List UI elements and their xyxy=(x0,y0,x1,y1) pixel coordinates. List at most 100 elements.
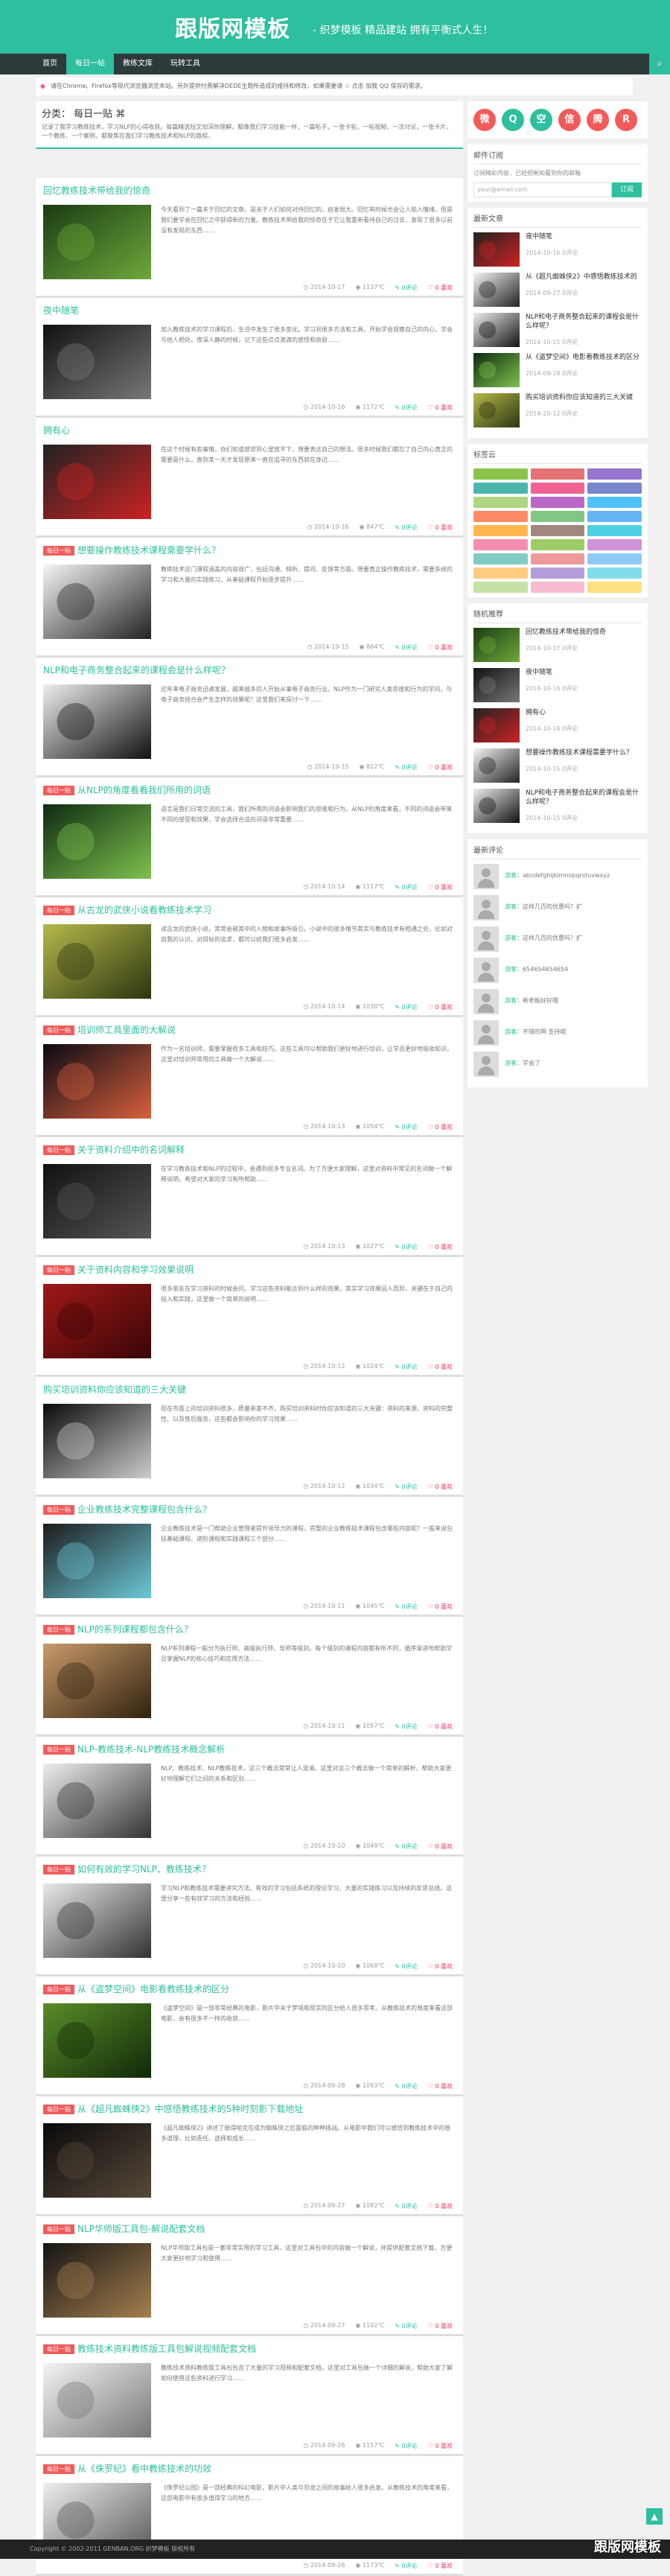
post-title-text[interactable]: 从NLP的角度看看我们所用的词语 xyxy=(77,785,211,795)
post-title[interactable]: 每日一贴 想要操作教练技术课程需要学什么？ xyxy=(43,544,220,556)
sidebar-post-comments[interactable]: 0评论 xyxy=(562,645,578,652)
tag-link[interactable] xyxy=(587,539,642,550)
post-thumbnail[interactable] xyxy=(43,684,151,759)
tag-link[interactable] xyxy=(530,553,585,565)
post-likes[interactable]: 0 喜欢 xyxy=(435,764,453,771)
post-comments[interactable]: 0评论 xyxy=(402,2563,418,2569)
post-thumbnail[interactable] xyxy=(43,924,151,999)
comment-icon[interactable]: ✎ 0评论 xyxy=(395,284,417,292)
sidebar-post-comments[interactable]: 0评论 xyxy=(562,410,578,417)
sidebar-post-thumbnail[interactable] xyxy=(473,748,520,783)
post-title-text[interactable]: 从古龙的武侠小说看教练技术学习 xyxy=(77,905,211,915)
tag-link[interactable] xyxy=(587,511,642,522)
comment-icon[interactable]: ✎ 0评论 xyxy=(395,2442,417,2450)
comment-author[interactable]: 游客 xyxy=(505,1028,517,1035)
comment-icon[interactable]: ✎ 0评论 xyxy=(395,1842,417,1851)
back-to-top-icon[interactable]: ▲ xyxy=(646,2508,663,2525)
comment-icon[interactable]: ✎ 0评论 xyxy=(395,2202,417,2210)
tag-link[interactable] xyxy=(587,483,642,494)
post-title[interactable]: 夜中随笔 xyxy=(43,304,79,317)
sidebar-post-title[interactable]: 回忆教练技术带给我的惊奇 xyxy=(526,628,606,637)
post-comments[interactable]: 0评论 xyxy=(402,2203,418,2210)
comment-icon[interactable]: ✎ 0评论 xyxy=(395,2562,417,2570)
tag-link[interactable] xyxy=(530,567,585,579)
post-thumbnail[interactable] xyxy=(43,1284,151,1358)
comment-item[interactable]: 游客：这样几百的优惠吗？扩 xyxy=(473,926,642,952)
post-likes[interactable]: 0 喜欢 xyxy=(435,1723,453,1730)
comment-icon[interactable]: ✎ 0评论 xyxy=(395,404,417,412)
post-comments[interactable]: 0评论 xyxy=(402,1483,418,1490)
heart-icon[interactable]: ♡ 0 喜欢 xyxy=(428,643,453,652)
post-thumbnail[interactable] xyxy=(43,2363,151,2437)
sidebar-post-thumbnail[interactable] xyxy=(473,668,520,702)
heart-icon[interactable]: ♡ 0 喜欢 xyxy=(428,2322,453,2330)
post-likes[interactable]: 0 喜欢 xyxy=(435,2443,453,2449)
post-title-text[interactable]: 购买培训资料你应该知道的三大关键 xyxy=(43,1384,186,1395)
comment-icon[interactable]: ✎ 0评论 xyxy=(395,1363,417,1371)
sidebar-post-thumbnail[interactable] xyxy=(473,393,520,427)
sidebar-post-item[interactable]: NLP和电子商务整合起来的课程会是什么样呢？ 2014-10-15 0评论 xyxy=(473,789,642,823)
sidebar-post-item[interactable]: 夜中随笔 2014-10-16 0评论 xyxy=(473,668,642,702)
comment-icon[interactable]: ✎ 0评论 xyxy=(395,2082,417,2090)
comment-icon[interactable]: ✎ 0评论 xyxy=(395,1123,417,1131)
email-field[interactable]: your@email.com xyxy=(473,182,612,197)
post-title[interactable]: 每日一贴 从《超凡蜘蛛侠2》中感悟教练技术的5种时刻影下载地址 xyxy=(43,2102,303,2115)
category-badge[interactable]: 每日一贴 xyxy=(43,2464,74,2474)
sidebar-post-comments[interactable]: 0评论 xyxy=(562,685,578,692)
weibo-icon[interactable]: 微 xyxy=(473,109,496,131)
tag-link[interactable] xyxy=(530,582,585,593)
tag-link[interactable] xyxy=(530,539,585,550)
post-likes[interactable]: 0 喜欢 xyxy=(435,1244,453,1250)
tag-link[interactable] xyxy=(530,525,585,536)
post-thumbnail[interactable] xyxy=(43,1644,151,1718)
heart-icon[interactable]: ♡ 0 喜欢 xyxy=(428,1003,453,1011)
category-badge[interactable]: 每日一贴 xyxy=(43,1745,74,1755)
post-likes[interactable]: 0 喜欢 xyxy=(435,2203,453,2210)
comment-author[interactable]: 游客 xyxy=(505,1060,517,1066)
post-comments[interactable]: 0评论 xyxy=(402,2443,418,2449)
post-thumbnail[interactable] xyxy=(43,445,151,519)
comment-author[interactable]: 游客 xyxy=(505,997,517,1004)
post-title[interactable]: 每日一贴 从《侏罗纪》看中教练技术的功效 xyxy=(43,2462,211,2475)
tag-link[interactable] xyxy=(473,525,528,536)
post-comments[interactable]: 0评论 xyxy=(402,2323,418,2329)
category-badge[interactable]: 每日一贴 xyxy=(43,2344,74,2354)
post-title-text[interactable]: 从《超凡蜘蛛侠2》中感悟教练技术的5种时刻影下载地址 xyxy=(77,2104,303,2114)
post-title[interactable]: 每日一贴 关于资料介绍中的名词解释 xyxy=(43,1143,185,1156)
qzone-icon[interactable]: 空 xyxy=(530,109,552,131)
comment-icon[interactable]: ✎ 0评论 xyxy=(395,1243,417,1251)
comment-icon[interactable]: ✎ 0评论 xyxy=(395,524,417,532)
tag-link[interactable] xyxy=(530,483,585,494)
sidebar-post-comments[interactable]: 0评论 xyxy=(562,370,578,377)
tencent-icon[interactable]: 腾 xyxy=(587,109,609,131)
tag-link[interactable] xyxy=(587,582,642,593)
heart-icon[interactable]: ♡ 0 喜欢 xyxy=(428,1243,453,1251)
sidebar-post-comments[interactable]: 0评论 xyxy=(562,339,578,346)
tag-link[interactable] xyxy=(473,511,528,522)
comment-text[interactable]: 不错的啊 支持呢 xyxy=(523,1028,567,1035)
comment-icon[interactable]: ✎ 0评论 xyxy=(395,1603,417,1611)
sidebar-post-title[interactable]: NLP和电子商务整合起来的课程会是什么样呢？ xyxy=(526,789,642,807)
heart-icon[interactable]: ♡ 0 喜欢 xyxy=(428,1363,453,1371)
category-badge[interactable]: 每日一贴 xyxy=(43,1265,74,1275)
category-badge[interactable]: 每日一贴 xyxy=(43,786,74,795)
post-thumbnail[interactable] xyxy=(43,1764,151,1838)
tag-link[interactable] xyxy=(473,468,528,480)
tag-link[interactable] xyxy=(473,567,528,579)
tag-link[interactable] xyxy=(587,468,642,480)
post-comments[interactable]: 0评论 xyxy=(402,1843,418,1850)
post-thumbnail[interactable] xyxy=(43,565,151,639)
sidebar-post-item[interactable]: 回忆教练技术带给我的惊奇 2014-10-17 0评论 xyxy=(473,628,642,662)
category-badge[interactable]: 每日一贴 xyxy=(43,2105,74,2114)
comment-author[interactable]: 游客 xyxy=(505,966,517,973)
post-likes[interactable]: 0 喜欢 xyxy=(435,1364,453,1370)
sidebar-post-title[interactable]: 购买培训资料你应该知道的三大关键 xyxy=(526,393,633,402)
post-title[interactable]: 购买培训资料你应该知道的三大关键 xyxy=(43,1383,186,1396)
post-thumbnail[interactable] xyxy=(43,1883,151,1958)
post-comments[interactable]: 0评论 xyxy=(402,644,418,651)
post-likes[interactable]: 0 喜欢 xyxy=(435,1963,453,1970)
site-logo[interactable]: 跟版网模板 xyxy=(175,10,290,43)
post-thumbnail[interactable] xyxy=(43,1404,151,1478)
post-likes[interactable]: 0 喜欢 xyxy=(435,1603,453,1610)
comment-item[interactable]: 游客：654654654654 xyxy=(473,958,642,983)
